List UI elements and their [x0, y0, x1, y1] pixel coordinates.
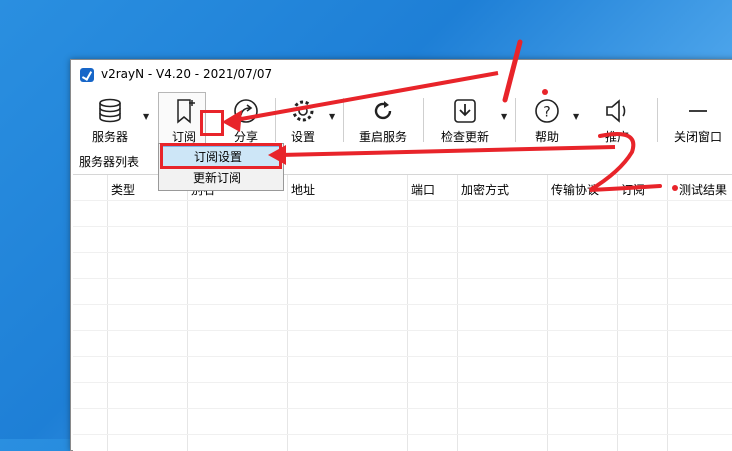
toolbar-divider: [515, 98, 516, 142]
row-divider: [73, 278, 732, 279]
column-divider: [287, 175, 288, 451]
column-divider: [407, 175, 408, 451]
column-header-type[interactable]: 类型: [111, 181, 135, 198]
menu-item-update-subscription[interactable]: 更新订阅: [161, 168, 281, 188]
chevron-down-icon[interactable]: ▼: [143, 112, 149, 121]
server-table: 类型 别名 地址 端口 加密方式 传输协议 订阅 测试结果: [73, 174, 732, 451]
row-divider: [73, 252, 732, 253]
row-divider: [73, 304, 732, 305]
minus-icon: [689, 110, 707, 112]
server-list-label: 服务器列表: [79, 155, 140, 169]
help-button[interactable]: ? 帮助: [523, 96, 571, 144]
gear-icon: [292, 100, 314, 122]
main-window: v2rayN - V4.20 - 2021/07/07 服务器 ▼ 订阅 分享 …: [70, 59, 732, 451]
close-window-button[interactable]: 关闭窗口: [667, 96, 729, 144]
column-header-port[interactable]: 端口: [411, 181, 435, 198]
toolbar-divider: [423, 98, 424, 142]
column-divider: [107, 175, 108, 451]
svg-text:?: ?: [543, 105, 550, 121]
column-header-address[interactable]: 地址: [291, 181, 315, 198]
check-update-button[interactable]: 检查更新: [431, 96, 499, 144]
app-icon: [80, 68, 94, 82]
share-icon: [234, 99, 258, 123]
settings-button[interactable]: 设置: [279, 96, 327, 144]
speaker-icon: [606, 99, 626, 123]
column-divider: [667, 175, 668, 451]
download-icon: [454, 99, 476, 123]
share-button[interactable]: 分享: [223, 96, 269, 144]
servers-button[interactable]: 服务器: [79, 96, 141, 144]
toolbar-divider: [343, 98, 344, 142]
row-divider: [73, 408, 732, 409]
refresh-icon: [374, 101, 392, 120]
bookmark-plus-icon: [177, 99, 195, 124]
check-update-label: 检查更新: [440, 130, 489, 144]
row-divider: [73, 200, 732, 201]
restart-service-label: 重启服务: [358, 130, 407, 144]
column-header-encryption[interactable]: 加密方式: [461, 181, 509, 198]
row-divider: [73, 434, 732, 435]
row-divider: [73, 330, 732, 331]
column-divider: [617, 175, 618, 451]
window-title: v2rayN - V4.20 - 2021/07/07: [101, 67, 273, 81]
row-divider: [73, 356, 732, 357]
toolbar: 服务器 ▼ 订阅 分享 设置 ▼ 重启服务 检查更新 ▼ ? 帮助 ▼ 推广 关…: [71, 90, 732, 148]
database-icon: [99, 98, 121, 123]
chevron-down-icon[interactable]: ▼: [329, 112, 335, 121]
column-header-transport[interactable]: 传输协议: [551, 181, 599, 198]
toolbar-divider: [275, 98, 276, 142]
chevron-down-icon[interactable]: ▼: [501, 112, 507, 121]
settings-label: 设置: [290, 130, 315, 144]
dropdown-highlight-box: [200, 110, 224, 136]
promote-button[interactable]: 推广: [595, 96, 639, 144]
help-icon: ?: [535, 99, 559, 123]
help-label: 帮助: [534, 130, 559, 144]
column-header-subscription[interactable]: 订阅: [621, 181, 645, 198]
column-divider: [187, 175, 188, 451]
title-bar: v2rayN - V4.20 - 2021/07/07: [71, 60, 732, 90]
toolbar-divider: [657, 98, 658, 142]
menu-highlight-box: [160, 143, 282, 169]
close-window-label: 关闭窗口: [673, 130, 722, 144]
promote-label: 推广: [604, 130, 629, 144]
column-divider: [547, 175, 548, 451]
row-divider: [73, 382, 732, 383]
row-divider: [73, 226, 732, 227]
column-divider: [457, 175, 458, 451]
chevron-down-icon[interactable]: ▼: [573, 112, 579, 121]
restart-service-button[interactable]: 重启服务: [351, 96, 415, 144]
servers-label: 服务器: [91, 130, 128, 144]
column-header-test-result[interactable]: 测试结果: [679, 181, 727, 198]
